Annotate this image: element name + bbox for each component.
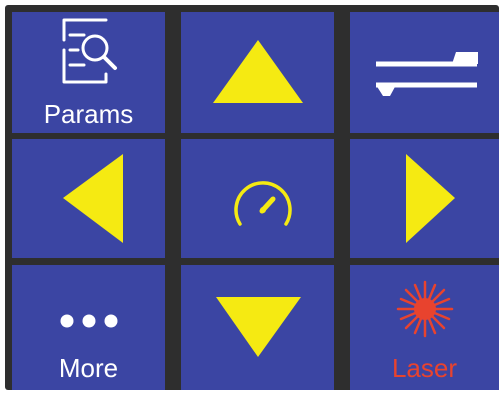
laser-button[interactable]: Laser [350,265,499,390]
arrow-left-icon [63,154,123,243]
speed-button[interactable] [181,139,334,258]
arrow-right-icon [406,154,455,243]
swap-direction-button[interactable] [350,12,499,133]
arrow-down-icon [216,297,301,357]
control-panel: Params More Laser [5,5,499,390]
move-up-button[interactable] [181,12,334,133]
move-down-button[interactable] [181,265,334,390]
more-label: More [58,353,119,383]
swap-direction-icon [376,52,478,96]
move-left-button[interactable] [12,139,165,258]
params-button[interactable]: Params [12,12,165,133]
speedometer-icon [234,181,292,226]
move-right-button[interactable] [350,139,499,258]
more-button[interactable]: More [12,265,165,390]
params-label: Params [43,99,134,129]
laser-label: Laser [391,353,458,383]
arrow-up-icon [213,40,303,103]
